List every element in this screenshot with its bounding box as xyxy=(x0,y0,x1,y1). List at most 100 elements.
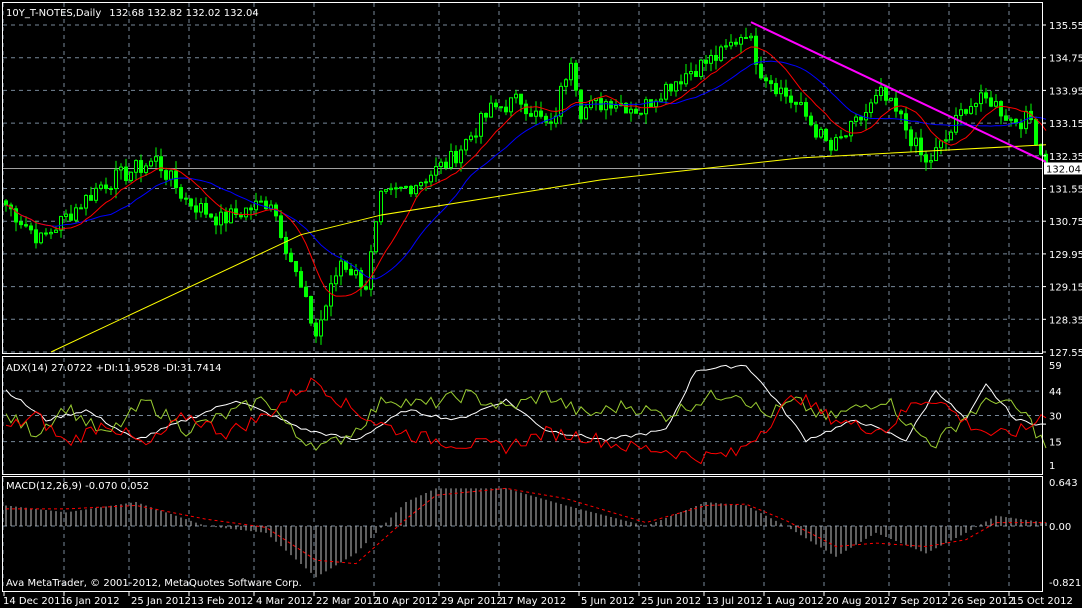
candle xyxy=(824,128,828,141)
macd-axis-label: 0.643 xyxy=(1049,478,1078,489)
candle xyxy=(829,139,833,151)
candle xyxy=(399,186,403,189)
candle xyxy=(254,200,258,211)
candle xyxy=(219,211,223,226)
candle xyxy=(474,135,478,138)
price-axis-label: 134.75 xyxy=(1049,54,1082,65)
candle xyxy=(719,46,723,61)
price-axis-label: 130.75 xyxy=(1049,217,1082,228)
date-axis-label: 20 Aug 2012 xyxy=(826,596,890,607)
candle xyxy=(684,73,688,85)
candle xyxy=(809,115,813,126)
candle xyxy=(864,112,868,121)
candle xyxy=(879,86,883,96)
candle xyxy=(64,213,68,217)
date-axis-label: 5 Jun 2012 xyxy=(581,596,635,607)
candle xyxy=(919,137,923,156)
candle xyxy=(339,260,343,277)
candle xyxy=(774,83,778,95)
ma-fast-line xyxy=(5,46,1047,297)
candle xyxy=(524,103,528,115)
candle xyxy=(39,232,43,244)
date-axis-label: 13 Feb 2012 xyxy=(191,596,253,607)
candle xyxy=(284,236,288,254)
date-axis-label: 22 Mar 2012 xyxy=(316,596,379,607)
candle xyxy=(409,185,413,195)
current-price-label: 132.04 xyxy=(1046,164,1081,175)
candle xyxy=(799,102,803,105)
candle xyxy=(569,62,573,81)
candle xyxy=(224,211,228,224)
candle xyxy=(904,113,908,131)
candle xyxy=(974,103,978,107)
candle xyxy=(844,135,848,138)
macd-pane xyxy=(5,487,1047,578)
candle xyxy=(669,83,673,92)
candle xyxy=(924,154,928,163)
candle xyxy=(959,109,963,116)
candle xyxy=(84,194,88,209)
candle xyxy=(174,170,178,189)
candle xyxy=(859,116,863,121)
candle xyxy=(314,322,318,337)
candle xyxy=(59,215,63,231)
candle xyxy=(934,147,938,162)
candle xyxy=(189,198,193,207)
candle xyxy=(939,140,943,149)
candle xyxy=(724,45,728,48)
date-axis-label: 6 Jan 2012 xyxy=(66,596,120,607)
candle xyxy=(574,62,578,91)
candle xyxy=(504,106,508,113)
candle xyxy=(869,102,873,114)
candle xyxy=(914,137,918,147)
macd-axis-label: -0.821 xyxy=(1049,578,1081,589)
candle xyxy=(4,200,8,206)
candle xyxy=(629,108,633,114)
candle xyxy=(429,174,433,183)
candle xyxy=(449,150,453,169)
price-pane xyxy=(3,21,1048,353)
adx-axis-label: 44 xyxy=(1049,387,1062,398)
candle xyxy=(489,102,493,118)
price-axis-label: 133.95 xyxy=(1049,86,1082,97)
candle xyxy=(819,128,823,138)
candle xyxy=(369,251,373,290)
metatrader-chart[interactable]: 135.55 134.75 133.95 133.15 132.35 131.55 130.… xyxy=(0,0,1082,608)
candle xyxy=(374,221,378,253)
trendline xyxy=(750,21,1047,163)
candle xyxy=(424,181,428,184)
candle xyxy=(604,101,608,111)
candle xyxy=(444,161,448,169)
candle xyxy=(244,207,248,218)
candle xyxy=(99,184,103,189)
candle xyxy=(384,189,388,192)
candle xyxy=(179,187,183,199)
candle xyxy=(889,97,893,101)
candle xyxy=(969,105,973,114)
candle xyxy=(404,185,408,188)
candle xyxy=(549,121,553,124)
candle xyxy=(134,160,138,173)
candle xyxy=(114,169,118,190)
candle xyxy=(789,95,793,103)
date-axis-label: 13 Jul 2012 xyxy=(706,596,763,607)
candle xyxy=(734,41,738,45)
adx-line xyxy=(5,364,1047,443)
adx-pane xyxy=(5,364,1047,465)
candle xyxy=(614,105,618,109)
date-axis-label: 25 Jan 2012 xyxy=(131,596,191,607)
candle xyxy=(754,35,758,65)
candle xyxy=(94,187,98,201)
date-axis-label: 4 Mar 2012 xyxy=(256,596,313,607)
price-axis-label: 129.15 xyxy=(1049,283,1082,294)
candle xyxy=(779,87,783,95)
candle xyxy=(989,97,993,107)
price-axis-label: 133.15 xyxy=(1049,119,1082,130)
candle xyxy=(419,182,423,187)
candle xyxy=(784,87,788,97)
candle xyxy=(839,136,843,139)
date-axis-label: 14 Dec 2011 xyxy=(3,596,67,607)
candle xyxy=(354,270,358,276)
adx-axis-label: 59 xyxy=(1049,361,1062,372)
candle xyxy=(834,137,838,151)
